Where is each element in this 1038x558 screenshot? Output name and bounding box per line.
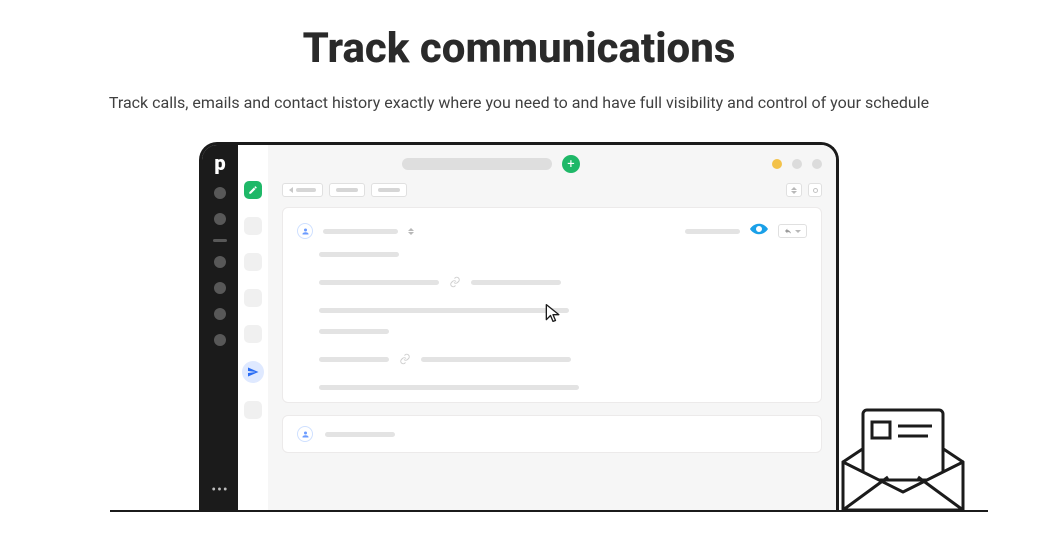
main-pane: +: [268, 145, 836, 512]
nav-item[interactable]: [214, 282, 226, 294]
expand-icon[interactable]: [408, 228, 414, 235]
mail-illustration: [828, 392, 978, 512]
sub-nav-item[interactable]: [244, 289, 262, 307]
compose-button[interactable]: [244, 181, 262, 199]
illustration-stage: p ••• +: [0, 142, 1038, 512]
gear-icon: [813, 188, 818, 193]
link-icon: [399, 350, 411, 369]
pencil-icon: [248, 185, 258, 195]
chevron-up-icon: [791, 187, 797, 190]
message-card: [282, 207, 822, 403]
eye-icon: [750, 220, 768, 242]
person-icon: [297, 426, 313, 442]
compose-row[interactable]: [282, 415, 822, 453]
sub-sidebar: [238, 145, 268, 512]
toolbar-chip[interactable]: [371, 183, 407, 197]
reply-button[interactable]: [778, 224, 807, 238]
sub-nav-item[interactable]: [244, 325, 262, 343]
chevron-left-icon: [289, 187, 293, 193]
toolbar-chip[interactable]: [329, 183, 365, 197]
status-dot-warning: [772, 159, 782, 169]
paper-plane-icon: [247, 366, 259, 378]
back-button[interactable]: [282, 183, 323, 197]
more-icon[interactable]: •••: [211, 482, 228, 498]
add-button[interactable]: +: [562, 155, 580, 173]
nav-item[interactable]: [214, 213, 226, 225]
status-dot: [792, 159, 802, 169]
reply-icon: [784, 227, 792, 235]
nav-item[interactable]: [214, 334, 226, 346]
nav-item[interactable]: [214, 308, 226, 320]
hero-title: Track communications: [0, 24, 1038, 73]
toolbar: [282, 183, 822, 197]
link-icon: [449, 273, 461, 292]
person-icon: [297, 223, 313, 239]
nav-separator: [213, 239, 227, 242]
hero-subtitle: Track calls, emails and contact history …: [0, 93, 1038, 112]
status-dot: [812, 159, 822, 169]
nav-sidebar: p •••: [202, 145, 238, 512]
nav-item[interactable]: [214, 256, 226, 268]
chevron-down-icon: [791, 191, 797, 194]
app-window: p ••• +: [199, 142, 839, 512]
sort-button[interactable]: [786, 183, 802, 197]
cursor-icon: [543, 303, 563, 327]
sub-nav-item[interactable]: [244, 401, 262, 419]
sub-nav-item[interactable]: [244, 217, 262, 235]
nav-item[interactable]: [214, 187, 226, 199]
chevron-down-icon: [795, 230, 801, 233]
search-input[interactable]: [402, 158, 552, 170]
settings-button[interactable]: [808, 183, 822, 197]
topbar: +: [282, 155, 822, 173]
send-button[interactable]: [242, 361, 264, 383]
sub-nav-item[interactable]: [244, 253, 262, 271]
logo-icon: p: [214, 153, 225, 173]
